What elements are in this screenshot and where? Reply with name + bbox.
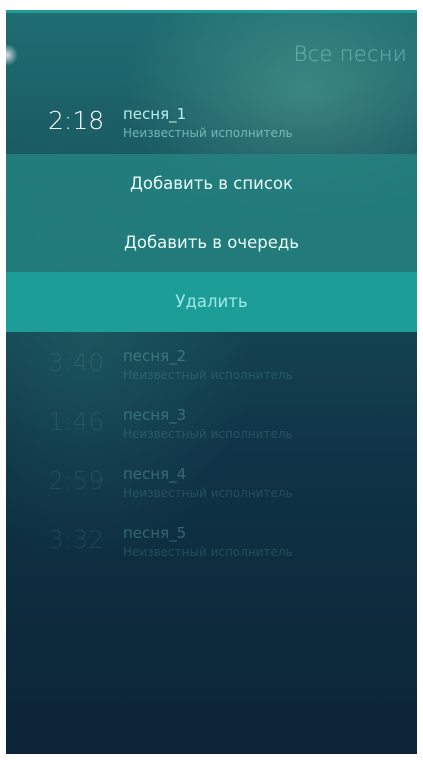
context-menu: Добавить в список Добавить в очередь — [6, 154, 417, 272]
song-title: песня_3 — [123, 406, 187, 424]
song-duration: 3:40 — [48, 348, 105, 377]
song-title: песня_4 — [123, 465, 187, 483]
page-title: Все песни — [293, 42, 407, 66]
status-strip — [6, 10, 417, 13]
song-row-2[interactable]: 3:40 песня_2 Неизвестный исполнитель — [6, 340, 417, 398]
song-row-1[interactable]: 2:18 песня_1 Неизвестный исполнитель — [6, 98, 417, 156]
song-title: песня_2 — [123, 347, 187, 365]
song-artist: Неизвестный исполнитель — [123, 368, 293, 382]
song-title: песня_5 — [123, 524, 187, 542]
song-row-5[interactable]: 3:32 песня_5 Неизвестный исполнитель — [6, 517, 417, 575]
song-row-3[interactable]: 1:46 песня_3 Неизвестный исполнитель — [6, 399, 417, 457]
delete-menu-item[interactable]: Удалить — [6, 272, 417, 332]
app-window: Все песни 2:18 песня_1 Неизвестный испол… — [6, 10, 417, 754]
song-artist: Неизвестный исполнитель — [123, 545, 293, 559]
song-artist: Неизвестный исполнитель — [123, 486, 293, 500]
song-row-4[interactable]: 2:59 песня_4 Неизвестный исполнитель — [6, 458, 417, 516]
song-artist: Неизвестный исполнитель — [123, 126, 293, 140]
song-duration: 3:32 — [48, 525, 105, 554]
add-to-list-menu-item[interactable]: Добавить в список — [6, 154, 417, 213]
song-duration: 2:18 — [48, 106, 105, 135]
pulley-menu-indicator-icon — [6, 44, 18, 66]
song-duration: 1:46 — [48, 407, 105, 436]
add-to-queue-menu-item[interactable]: Добавить в очередь — [6, 213, 417, 272]
song-title: песня_1 — [123, 105, 187, 123]
song-duration: 2:59 — [48, 466, 105, 495]
song-artist: Неизвестный исполнитель — [123, 427, 293, 441]
